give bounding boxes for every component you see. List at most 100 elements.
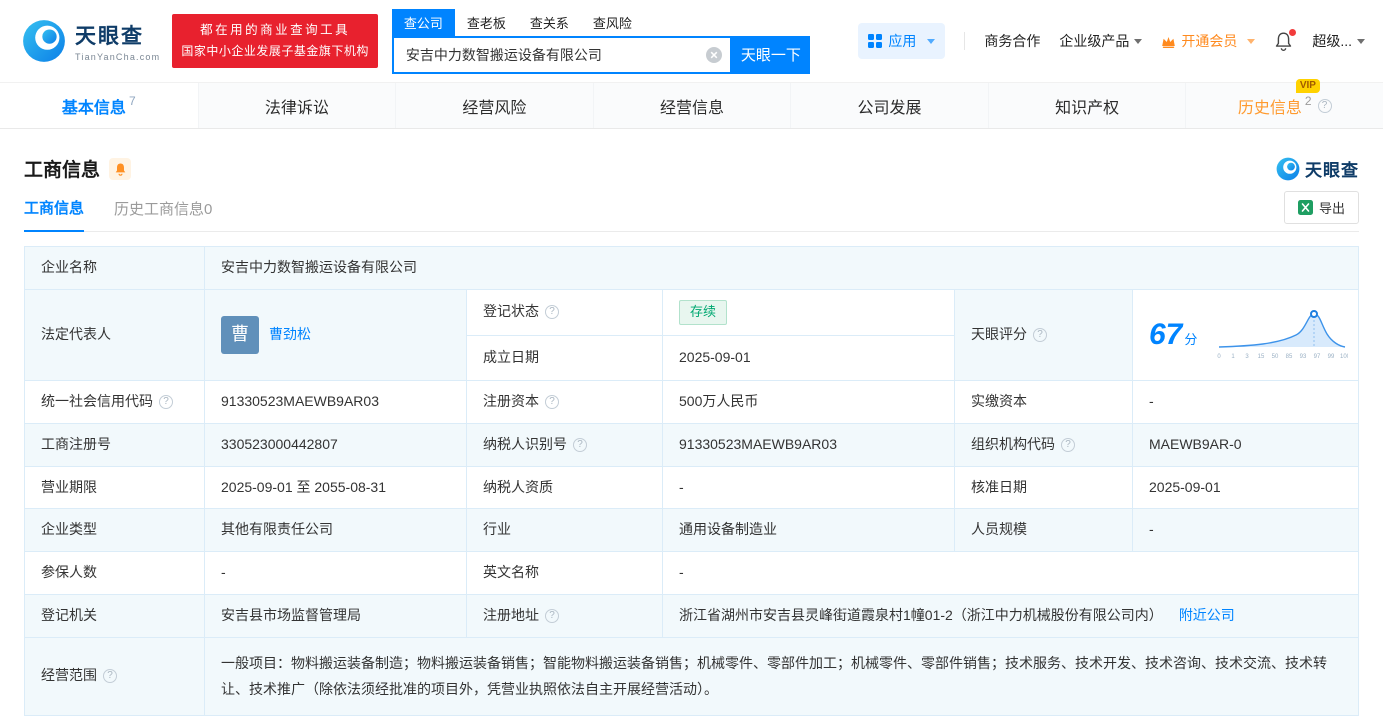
- field-value-legal-rep: 曹 曹劲松: [205, 289, 467, 382]
- tab-company-development[interactable]: 公司发展: [790, 83, 988, 128]
- field-label-score: 天眼评分: [955, 289, 1133, 382]
- field-label-paid-capital: 实缴资本: [955, 381, 1133, 425]
- help-icon[interactable]: [545, 395, 559, 410]
- field-value-org-code: MAEWB9AR-0: [1133, 424, 1358, 467]
- enterprise-products-label: 企业级产品: [1059, 33, 1130, 49]
- status-subtable: 登记状态 存续 成立日期 2025-09-01: [467, 289, 955, 382]
- help-icon[interactable]: [545, 608, 559, 623]
- field-label-establish-date: 成立日期: [467, 335, 663, 382]
- brand-name: 天眼查: [75, 25, 144, 48]
- status-badge: 存续: [679, 299, 728, 325]
- table-row: 统一社会信用代码 91330523MAEWB9AR03 注册资本 500万人民币…: [25, 381, 1358, 425]
- enterprise-products-menu[interactable]: 企业级产品: [1059, 31, 1143, 51]
- nearby-companies-link[interactable]: 附近公司: [1179, 605, 1235, 627]
- field-value-taxpayer-quality: -: [663, 466, 955, 510]
- legal-rep-link[interactable]: 曹劲松: [269, 324, 311, 346]
- section-title: 工商信息: [24, 160, 101, 181]
- search-tab-relation[interactable]: 查关系: [518, 9, 581, 36]
- tab-label: 法律诉讼: [264, 99, 329, 117]
- field-value-insured-count: -: [205, 552, 467, 595]
- help-icon[interactable]: [1317, 98, 1332, 113]
- search-tab-boss[interactable]: 查老板: [455, 9, 518, 36]
- field-label-insured-count: 参保人数: [25, 552, 205, 595]
- tab-basic-info[interactable]: 基本信息 7: [0, 83, 198, 128]
- field-value-reg-status: 存续: [663, 289, 955, 336]
- svg-text:97: 97: [1314, 354, 1321, 360]
- field-label-org-code: 组织机构代码: [955, 424, 1133, 467]
- section-tabs: 工商信息 历史工商信息0 导出: [24, 191, 1359, 232]
- tab-label: 经营信息: [659, 99, 724, 117]
- field-label-reg-address: 注册地址: [467, 594, 663, 638]
- field-value-reg-authority: 安吉县市场监督管理局: [205, 594, 467, 638]
- tab-business-risk[interactable]: 经营风险: [395, 83, 593, 128]
- table-row: 企业类型 其他有限责任公司 行业 通用设备制造业 人员规模 -: [25, 509, 1358, 553]
- tab-label: 历史信息: [1237, 99, 1302, 117]
- field-value-reg-number: 330523000442807: [205, 424, 467, 467]
- field-value-establish-date: 2025-09-01: [663, 335, 955, 382]
- notification-dot: [1289, 29, 1297, 36]
- help-icon[interactable]: [573, 437, 587, 452]
- tab-business-info[interactable]: 经营信息: [592, 83, 791, 128]
- export-button[interactable]: 导出: [1283, 191, 1359, 224]
- search-button[interactable]: 天眼一下: [731, 35, 810, 74]
- field-label-english-name: 英文名称: [467, 552, 663, 595]
- watermark-brand-text: 天眼查: [1305, 161, 1359, 180]
- field-value-company-type: 其他有限责任公司: [205, 509, 467, 553]
- score-chart: 0 1 3 15 50 85 93 97 99 100: [1217, 310, 1348, 360]
- search-tab-company[interactable]: 查公司: [391, 8, 455, 36]
- field-label-reg-status: 登记状态: [467, 289, 663, 336]
- search-tab-risk[interactable]: 查风险: [581, 9, 644, 36]
- field-label-taxpayer-quality: 纳税人资质: [467, 466, 663, 510]
- field-label-reg-capital: 注册资本: [467, 381, 663, 425]
- score-value: 67 分: [1149, 317, 1198, 351]
- help-icon[interactable]: [545, 305, 559, 320]
- field-label-credit-code: 统一社会信用代码: [25, 381, 205, 425]
- monitor-bell-icon[interactable]: [109, 157, 132, 180]
- notification-bell-icon[interactable]: [1274, 29, 1297, 51]
- help-icon[interactable]: [1033, 328, 1047, 343]
- tab-label: 基本信息: [61, 99, 126, 117]
- search-box: [391, 35, 732, 74]
- apps-menu[interactable]: 应用: [858, 23, 946, 59]
- search-input[interactable]: [403, 45, 706, 64]
- tab-label: 知识产权: [1055, 99, 1120, 117]
- svg-text:15: 15: [1258, 354, 1265, 360]
- promo-badge: 都在用的商业查询工具 国家中小企业发展子基金旗下机构: [172, 13, 378, 69]
- table-row: 工商注册号 330523000442807 纳税人识别号 91330523MAE…: [25, 424, 1358, 467]
- field-label-reg-authority: 登记机关: [25, 594, 205, 638]
- field-value-paid-capital: -: [1133, 381, 1358, 425]
- field-label-staff-size: 人员规模: [955, 509, 1133, 553]
- field-label-taxpayer-id: 纳税人识别号: [467, 424, 663, 467]
- field-label-company-name: 企业名称: [25, 247, 205, 290]
- help-icon[interactable]: [159, 395, 173, 410]
- field-value-taxpayer-id: 91330523MAEWB9AR03: [663, 424, 955, 467]
- table-row: 登记机关 安吉县市场监督管理局 注册地址 浙江省湖州市安吉县灵峰街道霞泉村1幢0…: [25, 594, 1358, 638]
- search-tabs: 查公司 查老板 查关系 查风险: [391, 8, 810, 36]
- legal-rep-avatar[interactable]: 曹: [221, 316, 259, 355]
- tab-history-business-registration[interactable]: 历史工商信息0: [114, 198, 212, 231]
- tab-history-info[interactable]: 历史信息 VIP 2: [1185, 78, 1383, 128]
- crown-icon: [1162, 36, 1176, 48]
- tianyancha-logo-icon: [1276, 157, 1300, 180]
- clear-search-icon[interactable]: [705, 46, 722, 63]
- tab-intellectual-property[interactable]: 知识产权: [987, 83, 1186, 128]
- field-value-business-scope: 一般项目：物料搬运装备制造；物料搬运装备销售；智能物料搬运装备销售；机械零件、零…: [205, 637, 1358, 715]
- promo-line2: 国家中小企业发展子基金旗下机构: [181, 44, 369, 59]
- svg-text:50: 50: [1272, 354, 1279, 360]
- tab-count: 7: [128, 93, 136, 108]
- svg-text:85: 85: [1286, 354, 1293, 360]
- business-cooperation-link[interactable]: 商务合作: [984, 31, 1040, 51]
- help-icon[interactable]: [103, 669, 117, 684]
- apps-grid-icon: [868, 34, 883, 48]
- user-menu[interactable]: 超级...: [1312, 31, 1365, 51]
- tab-legal-litigation[interactable]: 法律诉讼: [197, 83, 396, 128]
- tab-count: 2: [1304, 93, 1312, 108]
- field-label-approval-date: 核准日期: [955, 466, 1133, 510]
- tianyancha-logo[interactable]: 天眼查 TianYanCha.com: [22, 19, 160, 63]
- help-icon[interactable]: [1061, 437, 1075, 452]
- vip-upgrade-label: 开通会员: [1181, 33, 1238, 49]
- field-value-staff-size: -: [1133, 509, 1358, 553]
- header: 天眼查 TianYanCha.com 都在用的商业查询工具 国家中小企业发展子基…: [0, 0, 1383, 82]
- vip-upgrade-link[interactable]: 开通会员: [1161, 31, 1256, 51]
- tab-business-registration[interactable]: 工商信息: [24, 197, 85, 232]
